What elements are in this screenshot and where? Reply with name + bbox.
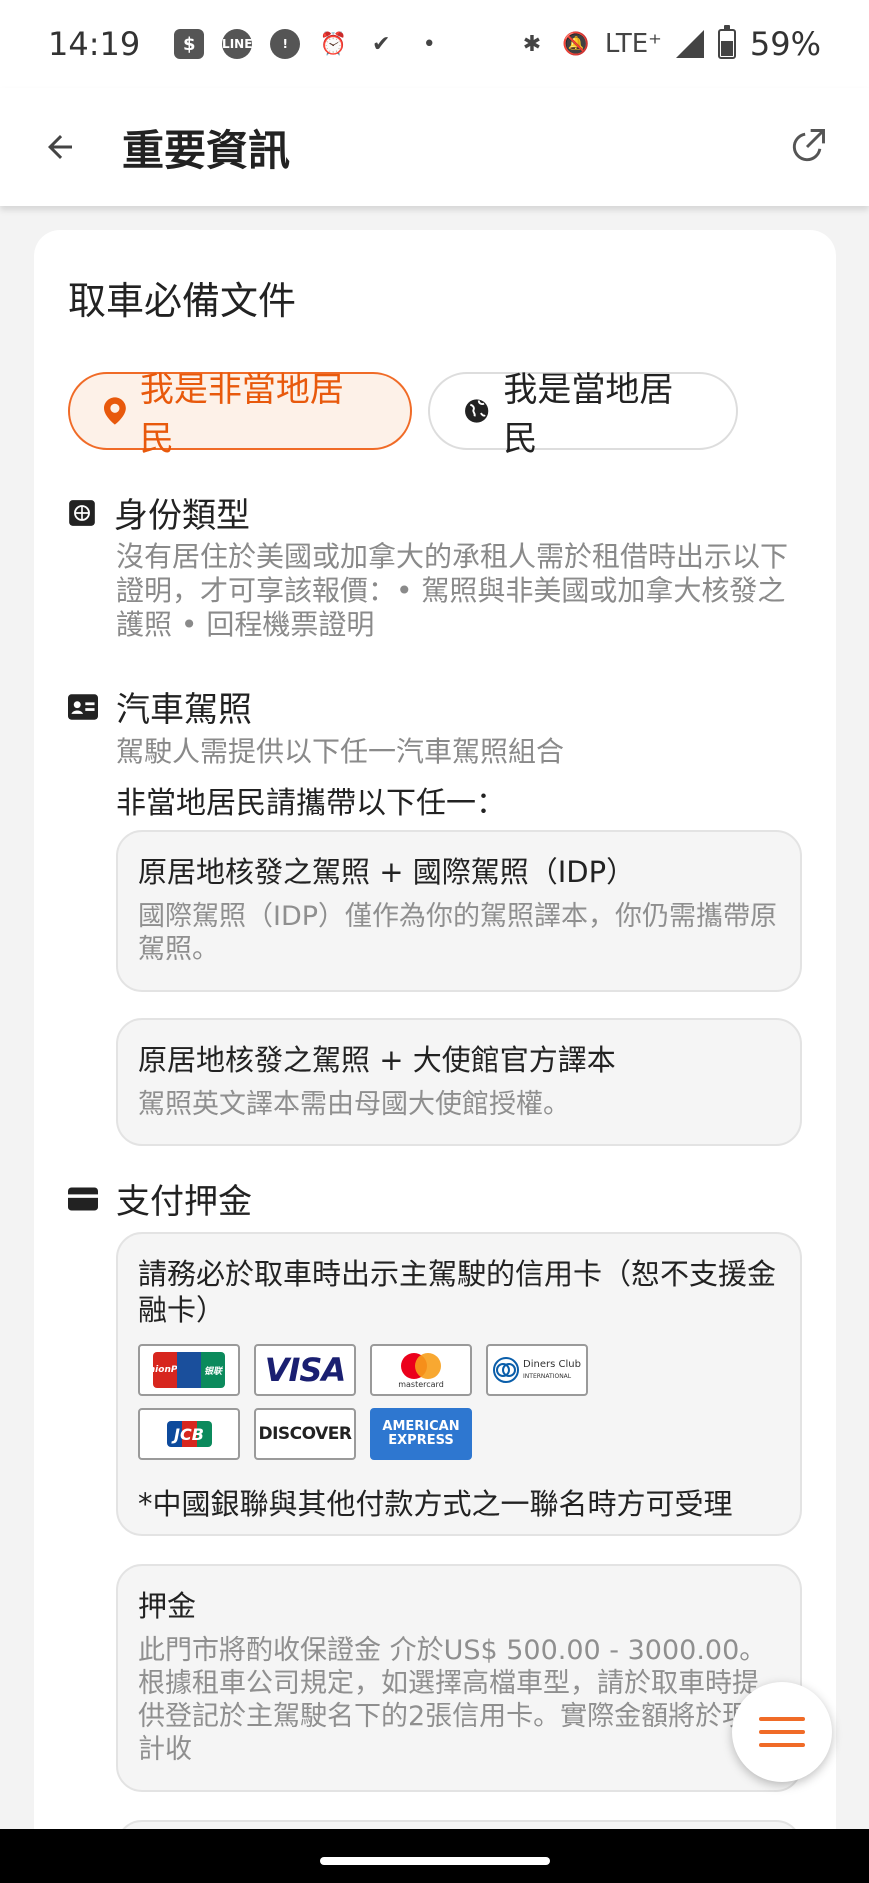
system-navigation-bar <box>0 1829 869 1883</box>
license-option-embassy: 原居地核發之駕照 + 大使館官方譯本 駕照英文譯本需由母國大使館授權。 <box>116 1018 802 1146</box>
section-title: 取車必備文件 <box>68 279 297 323</box>
deposit-box: 押金 此門市將酌收保證金 介於US$ 500.00 - 3000.00。根據租車… <box>116 1564 802 1792</box>
alert-icon: ! <box>270 29 301 59</box>
license-option-idp: 原居地核發之駕照 + 國際駕照（IDP） 國際駕照（IDP）僅作為你的駕照譯本，… <box>116 830 802 992</box>
bluetooth-icon: ✱ <box>522 31 542 57</box>
option-title: 原居地核發之駕照 + 大使館官方譯本 <box>138 1043 616 1077</box>
option-description: 駕照英文譯本需由母國大使館授權。 <box>138 1089 570 1120</box>
line-icon: LINE <box>222 29 252 59</box>
content-scroll[interactable]: 取車必備文件 我是非當地居民 我是當地居民 身份類型 沒有居住於美國或加拿大的承… <box>0 206 869 1829</box>
system-icons: ✱ 🔕 LTE⁺ 59% <box>517 25 821 63</box>
option-description: 國際駕照（IDP）僅作為你的駕照譯本，你仍需攜帶原駕照。 <box>138 901 778 965</box>
network-type: LTE⁺ <box>604 29 662 59</box>
credit-card-icon <box>68 1186 98 1211</box>
unionpay-logo: UnionPay 银联 <box>138 1344 240 1396</box>
mastercard-logo: mastercard <box>370 1344 472 1396</box>
credit-card-box: 請務必於取車時出示主駕駛的信用卡（恕不支援金融卡） UnionPay 银联 VI… <box>116 1232 802 1536</box>
signal-icon <box>675 30 704 58</box>
arrow-left-icon <box>48 135 72 159</box>
location-pin-icon <box>104 397 126 425</box>
accepted-cards: UnionPay 银联 VISA mastercard Diners Club I… <box>138 1344 698 1460</box>
menu-fab-button[interactable] <box>732 1682 832 1782</box>
page-title: 重要資訊 <box>122 125 291 175</box>
jcb-logo: JCB <box>138 1408 240 1460</box>
visa-logo: VISA <box>254 1344 356 1396</box>
identity-description: 沒有居住於美國或加拿大的承租人需於租借時出示以下證明，才可享該報價：• 駕照與非… <box>116 540 789 641</box>
identity-heading: 身份類型 <box>68 488 250 537</box>
battery-icon <box>717 25 736 59</box>
option-title: 原居地核發之駕照 + 國際駕照（IDP） <box>138 855 636 889</box>
chip-label: 我是當地居民 <box>503 370 674 459</box>
license-note: 非當地居民請攜帶以下任一： <box>116 786 506 821</box>
license-title: 汽車駕照 <box>116 690 252 730</box>
mute-icon: 🔕 <box>562 31 590 57</box>
id-card-icon <box>68 693 98 720</box>
external-link-icon <box>792 129 825 162</box>
credit-card-title: 請務必於取車時出示主駕駛的信用卡（恕不支援金融卡） <box>138 1257 777 1327</box>
passport-icon <box>69 499 95 526</box>
discover-logo: DISCOVER <box>254 1408 356 1460</box>
payment-title: 支付押金 <box>116 1182 252 1222</box>
dot-icon: • <box>422 31 436 57</box>
globe-icon <box>465 399 489 423</box>
license-heading: 汽車駕照 <box>68 682 252 731</box>
back-button[interactable] <box>40 127 80 167</box>
check-icon: ✔ <box>372 31 391 57</box>
license-description: 駕駛人需提供以下任一汽車駕照組合 <box>116 735 565 768</box>
chip-local-resident[interactable]: 我是當地居民 <box>428 370 738 459</box>
next-box <box>116 1820 802 1829</box>
amex-logo: AMERICAN EXPRESS <box>370 1408 472 1460</box>
s-icon: $ <box>174 29 205 59</box>
chip-non-local-resident[interactable]: 我是非當地居民 <box>68 370 412 459</box>
diners-club-logo: Diners Club INTERNATIONAL <box>486 1344 588 1396</box>
payment-heading: 支付押金 <box>68 1174 252 1223</box>
identity-title: 身份類型 <box>114 496 250 536</box>
open-external-button[interactable] <box>785 125 829 169</box>
menu-icon <box>759 1717 805 1721</box>
battery-percent: 59% <box>749 25 821 63</box>
status-time: 14:19 <box>48 25 141 63</box>
notification-icons: $ LINE ! ⏰ ✔ • <box>174 29 444 59</box>
documents-card: 取車必備文件 我是非當地居民 我是當地居民 身份類型 沒有居住於美國或加拿大的承… <box>34 230 836 1829</box>
unionpay-note: *中國銀聯與其他付款方式之一聯名時方可受理 <box>138 1487 733 1521</box>
home-gesture-handle[interactable] <box>320 1857 550 1865</box>
status-bar: 14:19 $ LINE ! ⏰ ✔ • ✱ 🔕 LTE⁺ 59% <box>0 0 869 88</box>
deposit-title: 押金 <box>138 1589 197 1623</box>
alarm-icon: ⏰ <box>319 31 347 57</box>
app-bar: 重要資訊 <box>0 88 869 206</box>
deposit-description: 此門市將酌收保證金 介於US$ 500.00 - 3000.00。根據租車公司規… <box>138 1635 777 1765</box>
chip-label: 我是非當地居民 <box>139 370 344 459</box>
